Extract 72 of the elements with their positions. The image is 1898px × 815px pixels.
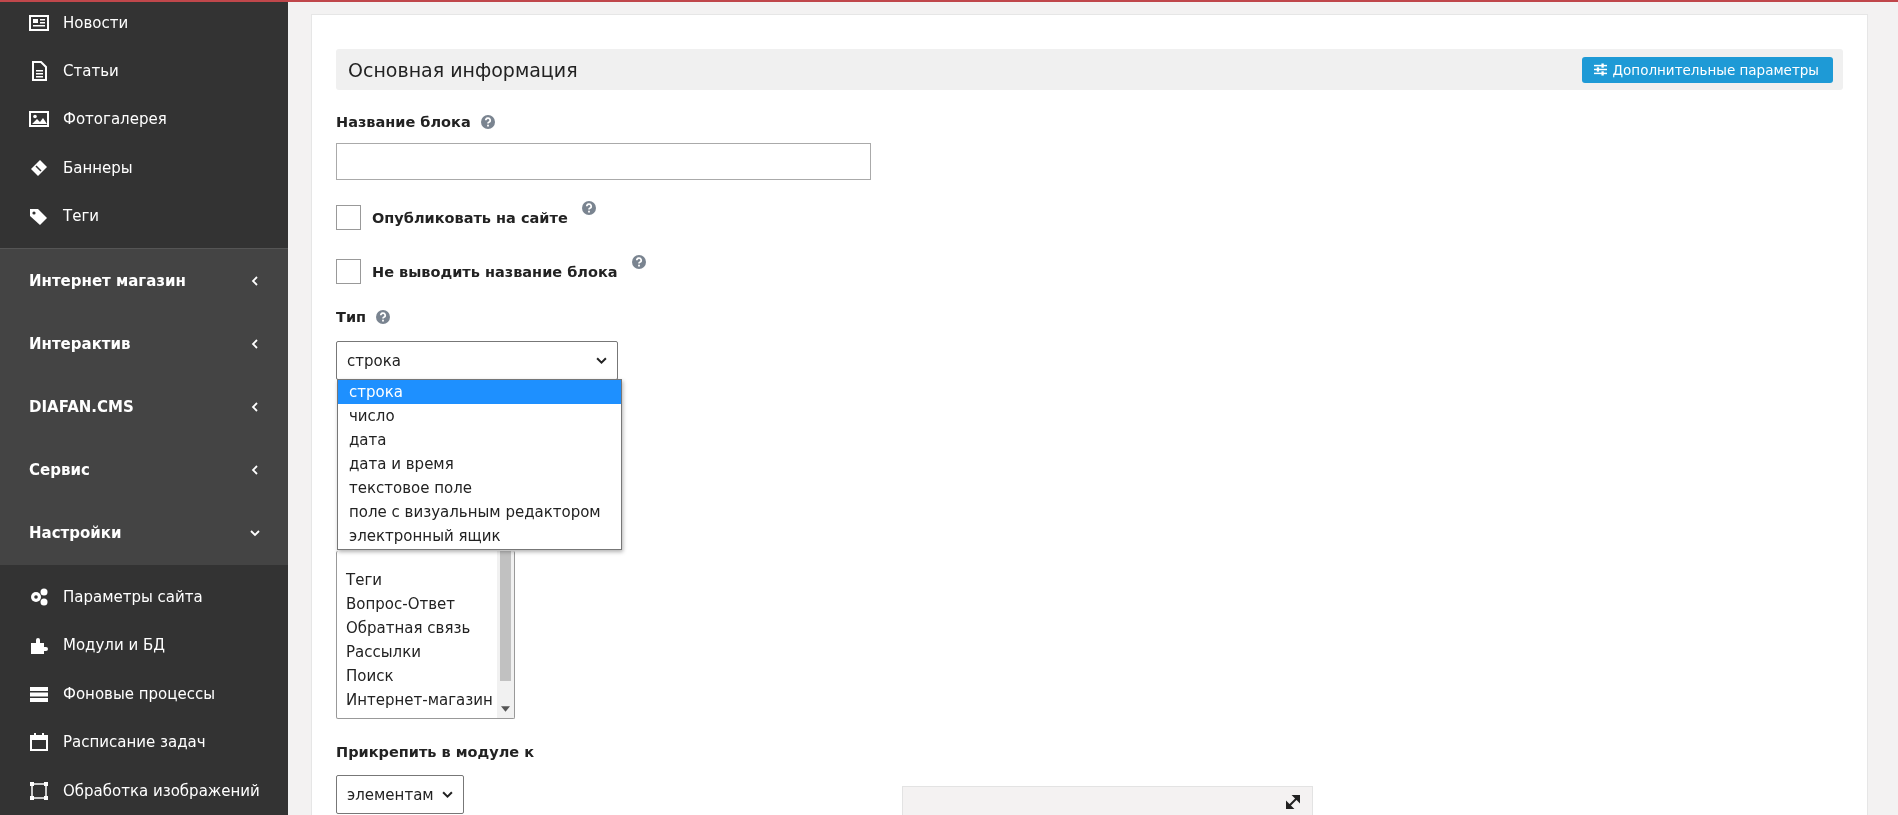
sidebar-item[interactable]: Модули и БД (0, 621, 288, 670)
help-icon[interactable] (480, 115, 495, 129)
sidebar-group[interactable]: Интерактив (0, 312, 288, 376)
newspaper-icon (29, 13, 49, 34)
sidebar-item[interactable]: Теги (0, 192, 288, 241)
list-option[interactable]: Интернет-магазин (346, 688, 497, 712)
image-icon (29, 109, 49, 130)
list-option[interactable]: Обратная связь (346, 616, 497, 640)
sidebar-group[interactable]: Интернет магазин (0, 248, 288, 313)
field-label: Прикрепить в модуле к (336, 744, 535, 760)
list-option[interactable]: Поиск (346, 664, 497, 688)
sidebar-item-label: Модули и БД (63, 636, 165, 655)
checkbox[interactable] (336, 205, 361, 230)
sidebar-group-label: Интернет магазин (29, 272, 186, 290)
module-listbox[interactable]: Теги Вопрос-Ответ Обратная связь Рассылки Поиск Интернет-магазин (336, 551, 515, 719)
list-option[interactable]: Теги (346, 568, 497, 592)
expand-icon[interactable] (1286, 795, 1300, 809)
caret-icon (442, 789, 453, 800)
sidebar-item[interactable]: Новости (0, 2, 288, 47)
list-option[interactable]: Вопрос-Ответ (346, 592, 497, 616)
sidebar-group-label: DIAFAN.CMS (29, 398, 134, 417)
sidebar-item[interactable]: Фоновые процессы (0, 669, 288, 719)
checkbox[interactable] (336, 259, 361, 284)
ticket-icon (29, 157, 49, 178)
sidebar-item[interactable]: Фотогалерея (0, 95, 288, 144)
sidebar-item[interactable]: Расписание задач (0, 718, 288, 767)
sidebar-item-label: Обработка изображений (63, 781, 260, 800)
sidebar-item-label: Баннеры (63, 158, 133, 177)
tag-icon (29, 206, 49, 227)
gears-icon (29, 586, 49, 607)
dropdown-option[interactable]: дата (338, 428, 621, 452)
sidebar-group[interactable]: Настройки (0, 501, 288, 565)
field-label: Название блока (336, 114, 471, 130)
sidebar-item-label: Фоновые процессы (63, 684, 216, 703)
sliders-icon (1593, 63, 1607, 76)
section-title: Основная информация (348, 58, 578, 81)
dropdown-option[interactable]: дата и время (338, 452, 621, 476)
sidebar-group-label: Сервис (29, 461, 90, 480)
calendar-icon (29, 732, 49, 753)
sidebar-item-label: Расписание задач (63, 733, 206, 752)
sidebar-item-label: Теги (63, 207, 100, 226)
sidebar-group-label: Настройки (29, 524, 122, 543)
scroll-down-icon[interactable] (501, 706, 510, 712)
sidebar-item[interactable]: Статьи (0, 46, 288, 96)
dropdown-option[interactable]: текстовое поле (338, 476, 621, 500)
sidebar-group-label: Интерактив (29, 335, 131, 354)
input-field[interactable] (336, 143, 871, 180)
sidebar-item-label: Параметры сайта (63, 587, 203, 606)
list-option[interactable]: Рассылки (346, 640, 497, 664)
checkbox-label: Не выводить название блока (372, 263, 618, 280)
puzzle-icon (29, 635, 49, 656)
dropdown-option[interactable]: поле с визуальным редактором (338, 500, 621, 524)
dropdown-option[interactable]: число (338, 404, 621, 428)
sidebar-item[interactable]: Баннеры (0, 143, 288, 192)
checkbox-label: Опубликовать на сайте (372, 209, 568, 226)
sidebar-item-label: Фотогалерея (63, 110, 167, 129)
sidebar-item-label: Статьи (63, 61, 119, 80)
dropdown-option[interactable]: электронный ящик (338, 524, 621, 548)
sidebar-item[interactable]: Параметры сайта (0, 572, 288, 622)
sidebar-item-label: Новости (63, 14, 129, 33)
help-icon[interactable] (631, 255, 646, 269)
document-icon (29, 60, 49, 81)
field-label: Тип (336, 309, 367, 325)
help-icon[interactable] (581, 201, 596, 215)
scrollbar[interactable] (497, 551, 514, 718)
sidebar-item[interactable]: Обработка изображений (0, 766, 288, 815)
sidebar-group[interactable]: Сервис (0, 438, 288, 502)
help-icon[interactable] (376, 310, 391, 324)
sidebar-group[interactable]: DIAFAN.CMS (0, 375, 288, 439)
caret-icon (596, 355, 607, 366)
crop-icon (29, 780, 49, 801)
attach-select[interactable]: элементам (336, 775, 464, 814)
